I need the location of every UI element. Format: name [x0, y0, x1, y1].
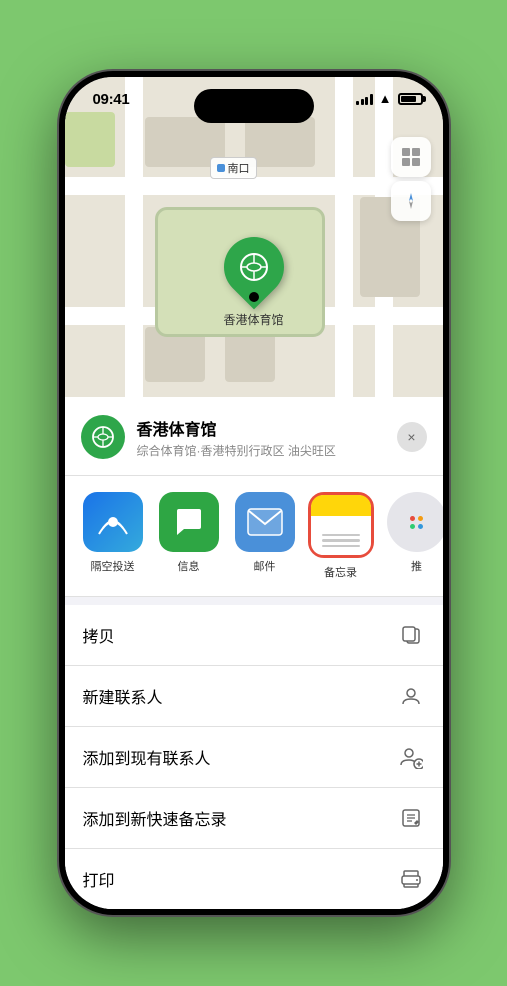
action-add-quick-note[interactable]: 添加到新快速备忘录: [65, 788, 443, 849]
messages-label: 信息: [178, 558, 200, 574]
close-button[interactable]: ×: [397, 422, 427, 452]
dynamic-island: [194, 89, 314, 123]
action-list: 拷贝 新建联系人: [65, 605, 443, 909]
person-add-icon: [397, 743, 425, 771]
map-location-label: 南口: [210, 157, 257, 179]
wifi-icon: ▲: [379, 91, 392, 106]
print-icon: [397, 865, 425, 893]
signal-bars-icon: [356, 93, 373, 105]
location-card-address: 综合体育馆·香港特别行政区 油尖旺区: [137, 442, 385, 459]
venue-icon: [89, 423, 117, 451]
status-time: 09:41: [93, 91, 130, 108]
action-print[interactable]: 打印: [65, 849, 443, 909]
airdrop-label: 隔空投送: [91, 558, 135, 574]
stadium-svg-icon: [236, 250, 270, 284]
notes-line-3: [322, 545, 360, 548]
airdrop-svg: [97, 506, 129, 538]
mail-svg: [247, 508, 283, 536]
messages-icon: [159, 492, 219, 552]
action-print-label: 打印: [83, 867, 115, 891]
location-button[interactable]: [391, 181, 431, 221]
notes-icon: [311, 495, 371, 555]
messages-svg: [172, 505, 206, 539]
status-icons: ▲: [356, 91, 422, 106]
mail-icon: [235, 492, 295, 552]
action-add-existing-contact[interactable]: 添加到现有联系人: [65, 727, 443, 788]
map-controls: [391, 137, 431, 221]
notes-label: 备忘录: [324, 564, 357, 580]
action-copy[interactable]: 拷贝: [65, 605, 443, 666]
mail-label: 邮件: [254, 558, 276, 574]
battery-icon: [398, 93, 423, 105]
quick-note-icon: [397, 804, 425, 832]
airdrop-icon: [83, 492, 143, 552]
notes-line-1: [322, 534, 360, 537]
location-card: 香港体育馆 综合体育馆·香港特别行政区 油尖旺区 ×: [65, 399, 443, 476]
map-type-icon: [400, 146, 422, 168]
pin-inner: [228, 242, 278, 292]
action-copy-label: 拷贝: [83, 623, 115, 647]
phone-screen: 09:41 ▲: [65, 77, 443, 909]
location-card-name: 香港体育馆: [137, 416, 385, 440]
share-row: 隔空投送 信息: [65, 476, 443, 597]
action-add-existing-label: 添加到现有联系人: [83, 745, 211, 769]
action-new-contact[interactable]: 新建联系人: [65, 666, 443, 727]
bottom-sheet: 香港体育馆 综合体育馆·香港特别行政区 油尖旺区 × 隔空: [65, 399, 443, 909]
location-pin: 香港体育馆: [223, 237, 283, 328]
pin-label: 香港体育馆: [223, 311, 283, 328]
notes-line-2: [322, 539, 360, 542]
phone-frame: 09:41 ▲: [59, 71, 449, 915]
compass-icon: [401, 191, 421, 211]
share-mail[interactable]: 邮件: [233, 492, 297, 580]
map-type-button[interactable]: [391, 137, 431, 177]
location-card-text: 香港体育馆 综合体育馆·香港特别行政区 油尖旺区: [137, 416, 385, 459]
share-notes[interactable]: 备忘录: [309, 492, 373, 580]
share-messages[interactable]: 信息: [157, 492, 221, 580]
copy-icon: [397, 621, 425, 649]
pin-dot: [248, 292, 258, 302]
more-label: 推: [411, 558, 422, 574]
person-icon: [397, 682, 425, 710]
location-card-icon: [81, 415, 125, 459]
map-label-text: 南口: [228, 160, 250, 176]
notes-icon-container: [308, 492, 374, 558]
action-add-quick-note-label: 添加到新快速备忘录: [83, 806, 227, 830]
share-airdrop[interactable]: 隔空投送: [81, 492, 145, 580]
more-icon: [387, 492, 443, 552]
share-more[interactable]: 推: [385, 492, 443, 580]
action-new-contact-label: 新建联系人: [83, 684, 163, 708]
